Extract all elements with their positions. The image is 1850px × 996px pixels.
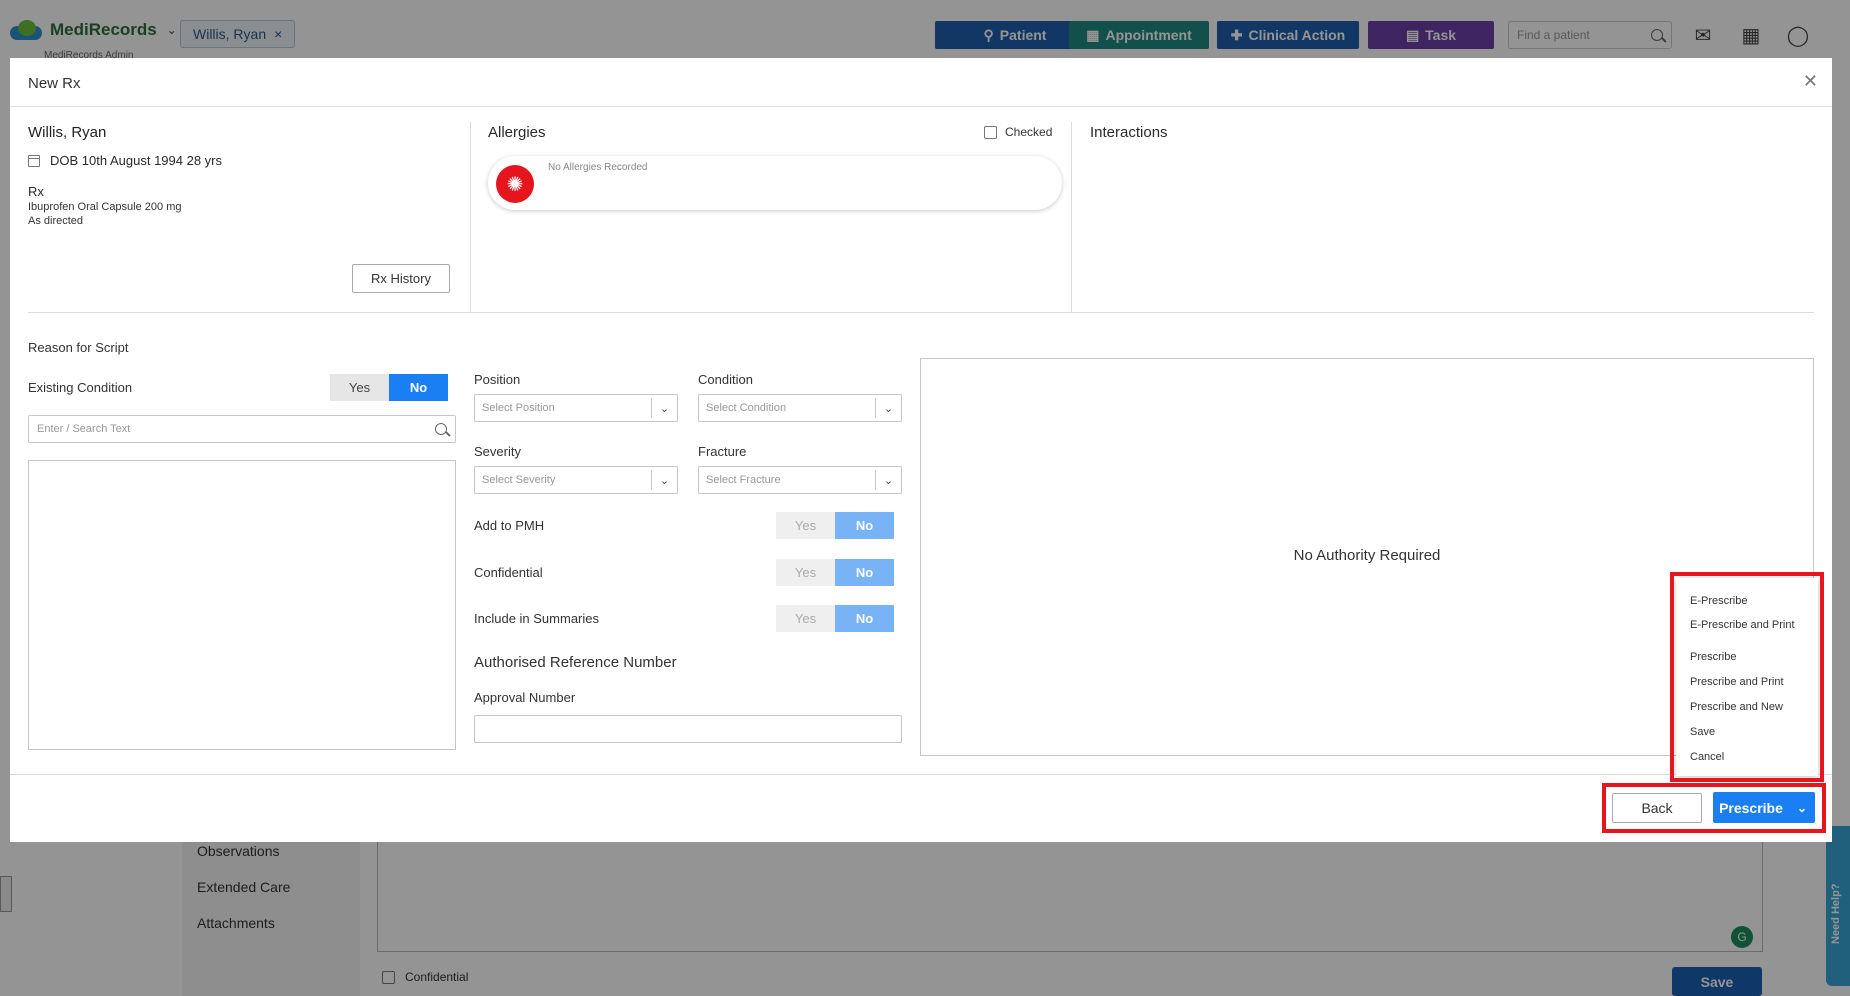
fracture-select[interactable]: Select Fracture ⌄ xyxy=(698,466,902,494)
approval-number-label: Approval Number xyxy=(474,690,576,705)
rx-history-button[interactable]: Rx History xyxy=(352,264,450,293)
add-to-pmh-yes[interactable]: Yes xyxy=(776,512,835,539)
confidential-toggle[interactable]: Yes No xyxy=(776,559,894,586)
new-rx-modal: New Rx ✕ Willis, Ryan DOB 10th August 19… xyxy=(10,58,1832,842)
existing-condition-toggle[interactable]: Yes No xyxy=(330,374,448,401)
add-to-pmh-no[interactable]: No xyxy=(835,512,894,539)
allergy-card: ✺ No Allergies Recorded xyxy=(488,156,1062,210)
condition-search-input[interactable]: Enter / Search Text xyxy=(28,415,456,443)
existing-condition-no[interactable]: No xyxy=(389,374,448,401)
allergen-icon: ✺ xyxy=(496,165,534,203)
patient-dob: DOB 10th August 1994 28 yrs xyxy=(28,153,468,168)
confidential-no[interactable]: No xyxy=(835,559,894,586)
confidential-yes[interactable]: Yes xyxy=(776,559,835,586)
section-divider xyxy=(28,312,1814,313)
severity-placeholder: Select Severity xyxy=(482,474,556,486)
modal-title: New Rx xyxy=(28,75,81,92)
checked-label: Checked xyxy=(1005,125,1053,139)
include-summaries-yes[interactable]: Yes xyxy=(776,605,835,632)
close-icon[interactable]: ✕ xyxy=(1803,71,1818,92)
add-to-pmh-toggle[interactable]: Yes No xyxy=(776,512,894,539)
approval-number-input[interactable] xyxy=(474,715,902,743)
confidential-label: Confidential xyxy=(474,565,543,580)
fracture-placeholder: Select Fracture xyxy=(706,474,781,486)
search-placeholder: Enter / Search Text xyxy=(37,423,131,435)
condition-label: Condition xyxy=(698,372,753,387)
position-label: Position xyxy=(474,372,521,387)
calendar-icon xyxy=(28,154,40,167)
divider xyxy=(470,122,471,312)
dob-text: DOB 10th August 1994 28 yrs xyxy=(50,153,222,168)
severity-select[interactable]: Select Severity ⌄ xyxy=(474,466,678,494)
add-to-pmh-label: Add to PMH xyxy=(474,518,545,533)
checked-checkbox[interactable] xyxy=(984,125,997,139)
condition-placeholder: Select Condition xyxy=(706,402,787,414)
rx-directions: As directed xyxy=(28,215,84,227)
patient-name: Willis, Ryan xyxy=(28,124,107,141)
auth-ref-title: Authorised Reference Number xyxy=(474,654,677,671)
divider xyxy=(1071,122,1072,312)
authority-text: No Authority Required xyxy=(1293,547,1441,564)
existing-condition-label: Existing Condition xyxy=(28,380,133,395)
search-icon[interactable] xyxy=(435,423,447,435)
allergies-title: Allergies xyxy=(488,124,546,141)
highlight-box-menu xyxy=(1670,572,1824,782)
condition-select[interactable]: Select Condition ⌄ xyxy=(698,394,902,422)
chevron-down-icon[interactable]: ⌄ xyxy=(651,470,677,490)
fracture-label: Fracture xyxy=(698,444,747,459)
chevron-down-icon[interactable]: ⌄ xyxy=(651,398,677,418)
existing-condition-yes[interactable]: Yes xyxy=(330,374,389,401)
include-summaries-toggle[interactable]: Yes No xyxy=(776,605,894,632)
footer-divider xyxy=(10,774,1832,775)
no-allergies-text: No Allergies Recorded xyxy=(548,162,648,173)
severity-label: Severity xyxy=(474,444,521,459)
modal-header: New Rx ✕ xyxy=(10,58,1832,107)
condition-results-list[interactable] xyxy=(28,460,456,750)
include-summaries-no[interactable]: No xyxy=(835,605,894,632)
patient-summary: Willis, Ryan DOB 10th August 1994 28 yrs… xyxy=(28,124,468,227)
reason-for-script-label: Reason for Script xyxy=(28,340,129,355)
chevron-down-icon[interactable]: ⌄ xyxy=(875,398,901,418)
position-placeholder: Select Position xyxy=(482,402,555,414)
interactions-title: Interactions xyxy=(1090,124,1168,141)
rx-drug: Ibuprofen Oral Capsule 200 mg xyxy=(28,201,182,213)
rx-label: Rx xyxy=(28,184,44,199)
allergies-checked[interactable]: Checked xyxy=(984,125,1052,139)
chevron-down-icon[interactable]: ⌄ xyxy=(875,470,901,490)
position-select[interactable]: Select Position ⌄ xyxy=(474,394,678,422)
highlight-box-buttons xyxy=(1602,783,1826,833)
include-summaries-label: Include in Summaries xyxy=(474,611,599,626)
